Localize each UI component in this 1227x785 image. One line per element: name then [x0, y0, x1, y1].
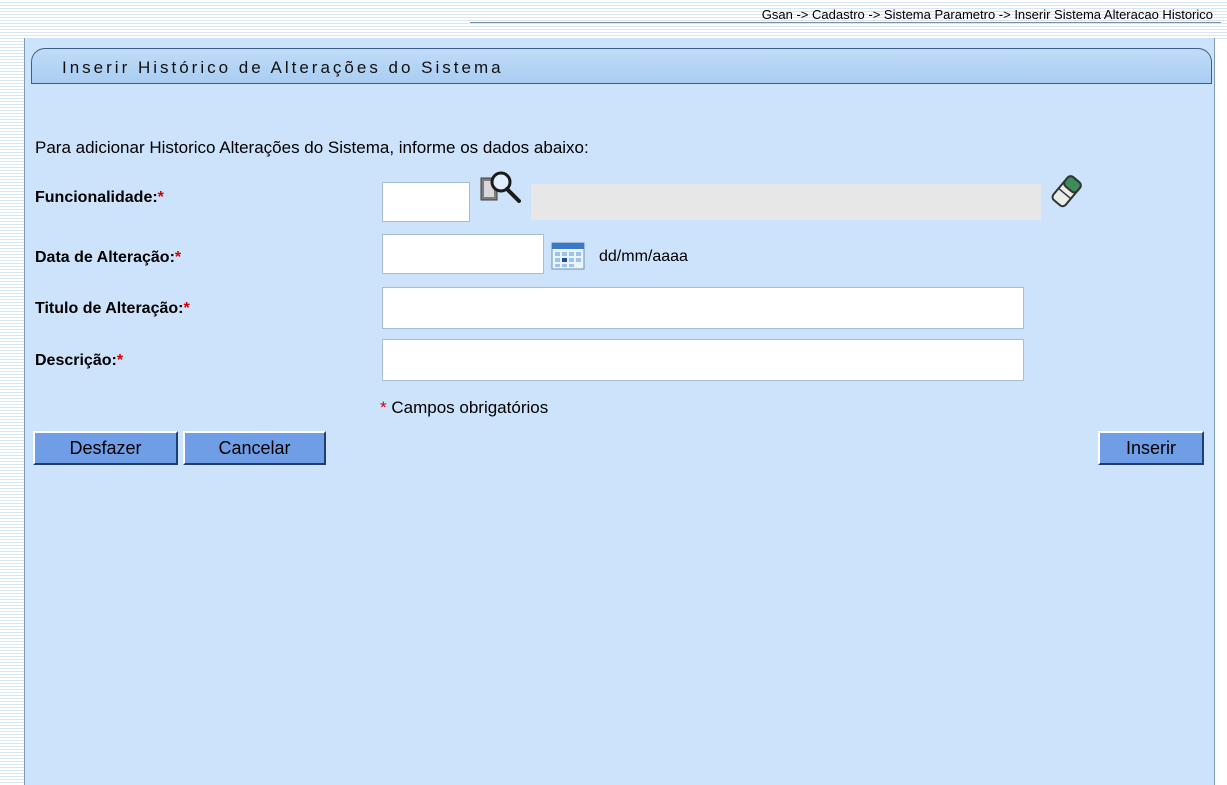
desfazer-button[interactable]: Desfazer	[33, 431, 178, 465]
titulo-alteracao-input[interactable]	[382, 287, 1024, 329]
required-note-text: Campos obrigatórios	[391, 398, 549, 417]
data-alteracao-input[interactable]	[382, 234, 544, 274]
intro-text: Para adicionar Historico Alterações do S…	[35, 138, 589, 157]
required-star: *	[174, 249, 182, 266]
required-star: *	[116, 352, 124, 369]
descricao-label-text: Descrição:	[35, 352, 117, 369]
calendar-icon[interactable]	[551, 242, 585, 275]
eraser-clear-icon[interactable]	[1049, 172, 1083, 217]
required-star: *	[157, 189, 164, 206]
funcionalidade-label-text: Funcionalidade:	[35, 189, 158, 206]
date-format-hint: dd/mm/aaaa	[599, 248, 688, 265]
page-title: Inserir Histórico de Alterações do Siste…	[62, 58, 504, 77]
funcionalidade-input[interactable]	[382, 182, 470, 222]
breadcrumb: Gsan -> Cadastro -> Sistema Parametro ->…	[761, 7, 1213, 22]
cancelar-button[interactable]: Cancelar	[183, 431, 326, 465]
required-star: *	[380, 398, 387, 417]
data-alteracao-label: Data de Alteração:*	[35, 249, 181, 267]
funcionalidade-label: Funcionalidade:*	[35, 189, 164, 207]
inserir-button[interactable]: Inserir	[1098, 431, 1204, 465]
titulo-alteracao-label-text: Titulo de Alteração:	[35, 300, 184, 317]
magnifier-search-icon[interactable]	[479, 168, 525, 213]
main-panel: Inserir Histórico de Alterações do Siste…	[24, 38, 1215, 785]
breadcrumb-underline	[470, 22, 1221, 23]
funcionalidade-description-box	[531, 184, 1041, 220]
titulo-alteracao-label: Titulo de Alteração:*	[35, 300, 190, 318]
left-stripes	[0, 0, 24, 785]
required-fields-note: * Campos obrigatórios	[380, 398, 548, 418]
descricao-input[interactable]	[382, 339, 1024, 381]
descricao-label: Descrição:*	[35, 352, 123, 370]
data-alteracao-label-text: Data de Alteração:	[35, 249, 175, 266]
required-star: *	[183, 300, 190, 317]
title-bar: Inserir Histórico de Alterações do Siste…	[31, 48, 1212, 84]
